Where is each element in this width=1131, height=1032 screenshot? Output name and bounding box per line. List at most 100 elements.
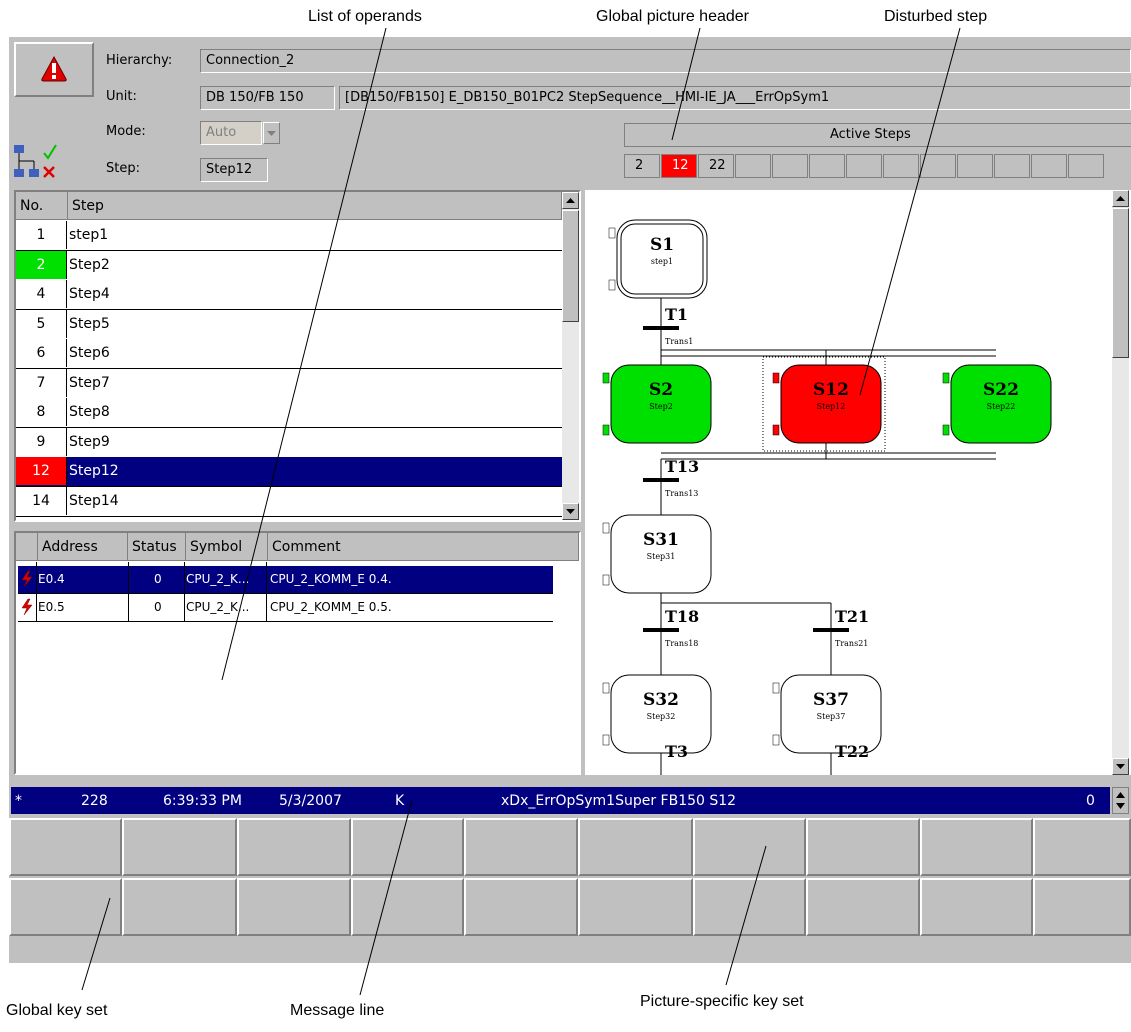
step-row[interactable]: 12 Step12: [16, 457, 562, 487]
step-list: No. Step 1 step1 2 Step2 4 Step4 5 Step5 6 Step6 7…: [14, 190, 581, 522]
lightning-operand-icon: [21, 570, 33, 588]
bottom-softkey-9[interactable]: [920, 878, 1033, 936]
sfc-step-marker: [602, 734, 610, 746]
step-list-scrollbar[interactable]: [562, 192, 579, 520]
top-softkey-8[interactable]: [806, 818, 920, 876]
mode-dropdown-button[interactable]: [263, 122, 280, 144]
step-row-number: 1: [16, 221, 67, 249]
sfc-step-s31[interactable]: S31 Step31: [602, 514, 712, 594]
col-header-symbol[interactable]: Symbol: [186, 533, 268, 561]
scroll-thumb[interactable]: [562, 210, 579, 322]
step-row[interactable]: 14 Step14: [16, 486, 562, 517]
active-step-cell[interactable]: [772, 154, 808, 178]
step-row[interactable]: 6 Step6: [16, 339, 562, 369]
active-step-cell[interactable]: [809, 154, 845, 178]
top-softkey-4[interactable]: [351, 818, 464, 876]
sfc-transition-id: T21: [835, 607, 869, 626]
bottom-softkey-10[interactable]: [1033, 878, 1131, 936]
top-softkey-5[interactable]: [464, 818, 578, 876]
sfc-step-s12[interactable]: S12 Step12: [772, 364, 882, 444]
operands-list: Address Status Symbol Comment E0.4 0 CPU_2…: [14, 531, 581, 775]
bottom-softkey-7[interactable]: [693, 878, 806, 936]
step-row[interactable]: 4 Step4: [16, 280, 562, 310]
active-step-cell[interactable]: [1031, 154, 1067, 178]
step-row[interactable]: 2 Step2: [16, 250, 562, 281]
step-row[interactable]: 8 Step8: [16, 398, 562, 428]
sfc-step-id: S31: [643, 530, 679, 550]
step-row[interactable]: 5 Step5: [16, 309, 562, 340]
top-softkey-9[interactable]: [920, 818, 1033, 876]
bottom-softkey-5[interactable]: [464, 878, 578, 936]
bottom-softkey-1[interactable]: [9, 878, 122, 936]
active-step-cell[interactable]: [883, 154, 919, 178]
top-softkey-6[interactable]: [578, 818, 693, 876]
operand-column-divider: [128, 562, 129, 622]
scroll-down-button[interactable]: [562, 503, 579, 520]
top-softkey-1[interactable]: [9, 818, 122, 876]
graph-scrollbar[interactable]: [1112, 190, 1129, 775]
scroll-up-button[interactable]: [562, 192, 579, 209]
top-softkey-2[interactable]: [122, 818, 237, 876]
active-step-cell[interactable]: 2: [624, 154, 660, 178]
bottom-softkey-8[interactable]: [806, 878, 920, 936]
col-header-comment[interactable]: Comment: [268, 533, 579, 561]
top-softkey-3[interactable]: [237, 818, 351, 876]
bottom-softkey-2[interactable]: [122, 878, 237, 936]
bottom-softkey-6[interactable]: [578, 878, 693, 936]
sfc-step-s22[interactable]: S22 Step22: [942, 364, 1052, 444]
col-header-step[interactable]: Step: [68, 192, 562, 220]
step-row-name: Step6: [69, 345, 110, 361]
active-step-cell[interactable]: [957, 154, 993, 178]
step-row-name: Step12: [69, 463, 119, 479]
sfc-transition-bar: [643, 326, 679, 330]
message-line[interactable]: * 228 6:39:33 PM 5/3/2007 K xDx_ErrOpSym…: [11, 787, 1110, 814]
bottom-softkey-3[interactable]: [237, 878, 351, 936]
sfc-transition-t22[interactable]: T22: [835, 742, 869, 761]
col-header-no[interactable]: No.: [16, 192, 68, 220]
mode-label: Mode:: [106, 124, 146, 139]
sfc-transition-t3[interactable]: T3: [665, 742, 688, 761]
active-step-cell[interactable]: [1068, 154, 1104, 178]
sfc-transition-t18[interactable]: T18 Trans18: [643, 607, 699, 648]
operand-row[interactable]: E0.4 0 CPU_2_K... CPU_2_KOMM_E 0.4.: [18, 566, 553, 594]
bottom-softkey-4[interactable]: [351, 878, 464, 936]
step-row[interactable]: 7 Step7: [16, 368, 562, 399]
unit-detail-field: [DB150/FB150] E_DB150_B01PC2 StepSequenc…: [339, 86, 1131, 110]
mode-select[interactable]: Auto: [200, 121, 262, 145]
graph-scroll-up-button[interactable]: [1112, 190, 1129, 207]
active-step-cell[interactable]: [735, 154, 771, 178]
col-header-status[interactable]: Status: [128, 533, 186, 561]
graph-scroll-down-button[interactable]: [1112, 758, 1129, 775]
message-line-spinner[interactable]: [1112, 787, 1129, 814]
operand-column-divider: [266, 562, 267, 622]
sfc-step-marker: [608, 279, 616, 291]
operand-address: E0.5: [38, 600, 65, 614]
alarm-button[interactable]: [14, 42, 94, 97]
sfc-transition-bar: [643, 628, 679, 632]
graph-scroll-thumb[interactable]: [1112, 208, 1129, 358]
sfc-step-subtitle: step1: [651, 257, 673, 266]
operand-symbol: CPU_2_K...: [186, 600, 250, 614]
sfc-step-s32[interactable]: S32 Step32: [602, 674, 712, 754]
active-step-cell[interactable]: [920, 154, 956, 178]
sfc-transition-subtitle: Trans18: [665, 639, 698, 648]
top-softkey-10[interactable]: [1033, 818, 1131, 876]
sfc-transition-t1[interactable]: T1 Trans1: [643, 305, 693, 346]
col-header-address[interactable]: Address: [38, 533, 128, 561]
sfc-step-s1[interactable]: S1 step1: [608, 219, 708, 299]
active-step-cell[interactable]: [994, 154, 1030, 178]
active-step-cell[interactable]: 12: [661, 154, 697, 178]
active-step-cell[interactable]: 22: [698, 154, 734, 178]
operand-row[interactable]: E0.5 0 CPU_2_K... CPU_2_KOMM_E 0.5.: [18, 594, 553, 622]
step-row[interactable]: 1 step1: [16, 221, 562, 251]
sfc-step-s2[interactable]: S2 Step2: [602, 364, 712, 444]
step-row-number: 7: [16, 368, 67, 397]
network-check-icon: [14, 144, 57, 178]
step-row[interactable]: 9 Step9: [16, 427, 562, 458]
msg-text: xDx_ErrOpSym1Super FB150 S12: [501, 793, 737, 809]
top-softkey-7[interactable]: [693, 818, 806, 876]
active-step-cell[interactable]: [846, 154, 882, 178]
sfc-transition-t13[interactable]: T13 Trans13: [643, 457, 699, 498]
sfc-transition-t21[interactable]: T21 Trans21: [813, 607, 869, 648]
operand-status: 0: [154, 572, 162, 586]
